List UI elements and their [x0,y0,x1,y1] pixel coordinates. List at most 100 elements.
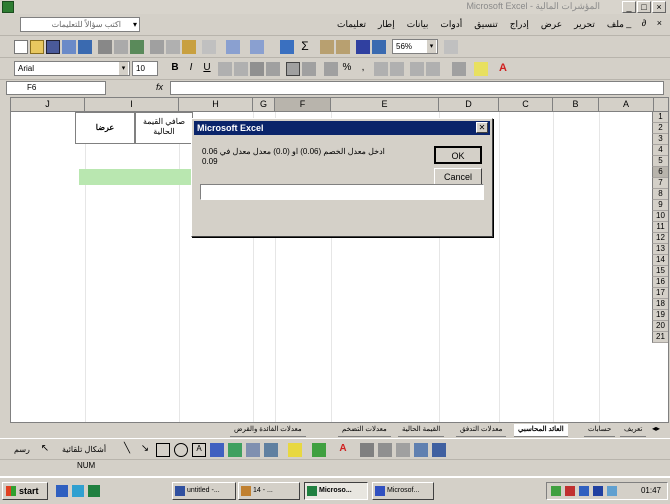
column-header-b[interactable]: B [553,98,599,112]
drawing-icon[interactable] [372,40,386,54]
row-header-6[interactable]: 6 [652,167,668,178]
row-header-3[interactable]: 3 [652,134,668,145]
rectangle-icon[interactable] [156,443,170,457]
align-center-icon[interactable] [234,62,248,76]
column-header-j[interactable]: J [11,98,85,112]
wordart-icon[interactable] [210,443,224,457]
copy-icon[interactable] [166,40,180,54]
save-icon[interactable] [46,40,60,54]
diagram-icon[interactable] [228,443,242,457]
increase-indent-icon[interactable] [426,62,440,76]
italic-icon[interactable]: I [184,62,198,76]
row-header-18[interactable]: 18 [652,299,668,310]
taskbar-button[interactable]: 14 - ... [238,482,300,500]
column-header-g[interactable]: G [253,98,275,112]
start-button[interactable]: start [2,482,48,500]
sort-descending-icon[interactable] [336,40,350,54]
menu-edit[interactable]: تحرير [574,19,595,30]
tray-icon[interactable] [551,486,561,496]
dialog-close-button[interactable]: ✕ [476,122,488,133]
quicklaunch-desktop-icon[interactable] [72,485,84,497]
menu-view[interactable]: عرض [541,19,562,30]
ok-button[interactable]: OK [434,146,482,164]
document-window-controls[interactable]: _ ∂ × [626,18,666,28]
menu-help[interactable]: تعليمات [337,19,366,30]
ltr-icon[interactable] [302,62,316,76]
row-header-13[interactable]: 13 [652,244,668,255]
zoom-select[interactable]: 56% ▾ [392,39,438,54]
font-size-select[interactable]: 10 [132,61,158,76]
row-header-17[interactable]: 17 [652,288,668,299]
minimize-button[interactable]: _ [622,1,636,13]
autoshapes-menu[interactable]: أشكال تلقائية [62,445,106,454]
merge-center-icon[interactable] [266,62,280,76]
taskbar-button[interactable]: Microsof... [372,482,434,500]
help-question-box[interactable]: اكتب سؤالاً للتعليمات ▾ [20,17,140,32]
redo-icon[interactable] [250,40,264,54]
shadow-icon[interactable] [414,443,428,457]
arrow-style-icon[interactable] [396,443,410,457]
quicklaunch-media-icon[interactable] [88,485,100,497]
green-highlight-cell[interactable]: ة [79,169,203,185]
row-header-1[interactable]: 1 [652,112,668,123]
align-left-icon[interactable] [218,62,232,76]
font-color-icon[interactable]: A [496,62,510,76]
sheet-tab[interactable]: تعريف [620,424,647,437]
new-icon[interactable] [14,40,28,54]
maximize-button[interactable]: □ [637,1,651,13]
comma-style-icon[interactable]: , [356,62,370,76]
row-header-2[interactable]: 2 [652,123,668,134]
paste-icon[interactable] [182,40,196,54]
fx-label[interactable]: fx [156,82,163,92]
tray-icon[interactable] [607,486,617,496]
row-header-7[interactable]: 7 [652,178,668,189]
column-header-e[interactable]: E [331,98,439,112]
name-box[interactable]: F6 [6,81,106,95]
sheet-tab[interactable]: حسابات [584,424,616,437]
tray-icon[interactable] [593,486,603,496]
format-painter-icon[interactable] [202,40,216,54]
chart-wizard-icon[interactable] [356,40,370,54]
textbox-icon[interactable]: A [192,443,206,457]
oval-icon[interactable] [174,443,188,457]
increase-decimal-icon[interactable] [374,62,388,76]
row-header-14[interactable]: 14 [652,255,668,266]
permission-icon[interactable] [62,40,76,54]
undo-icon[interactable] [226,40,240,54]
tab-scroll-arrows-icon[interactable]: ◂▸ [652,424,660,433]
row-header-19[interactable]: 19 [652,310,668,321]
row-header-4[interactable]: 4 [652,145,668,156]
bold-icon[interactable]: B [168,62,182,76]
font-name-select[interactable]: Arial ▾ [14,61,130,76]
row-header-16[interactable]: 16 [652,277,668,288]
row-header-15[interactable]: 15 [652,266,668,277]
line-icon[interactable]: ╲ [120,443,134,457]
taskbar-button-active[interactable]: Microso... [304,482,368,500]
tray-icon[interactable] [565,486,575,496]
row-header-12[interactable]: 12 [652,233,668,244]
header-cell-npv[interactable]: صافي القيمة الحالية [135,112,193,144]
sheet-tab[interactable]: معدلات التضخم [338,424,391,437]
align-right-icon[interactable] [250,62,264,76]
borders-icon[interactable] [452,62,466,76]
tray-icon[interactable] [579,486,589,496]
row-header-9[interactable]: 9 [652,200,668,211]
taskbar-button[interactable]: untitled -... [172,482,236,500]
row-header-21[interactable]: 21 [652,332,668,343]
cut-icon[interactable] [150,40,164,54]
formula-input[interactable] [170,81,664,95]
print-icon[interactable] [98,40,112,54]
column-header-d[interactable]: D [439,98,499,112]
select-all-corner[interactable] [654,98,668,112]
close-button[interactable]: × [652,1,666,13]
3d-icon[interactable] [432,443,446,457]
header-cell-profit[interactable]: عرضا [75,112,135,144]
sheet-tab[interactable]: معدلات التدفق [456,424,507,437]
autosum-icon[interactable]: Σ [298,40,312,54]
select-objects-icon[interactable]: ↖ [38,443,52,457]
menu-insert[interactable]: إدراج [510,19,529,30]
column-header-f[interactable]: F [275,98,331,112]
column-header-c[interactable]: C [499,98,553,112]
fill-color-draw-icon[interactable] [288,443,302,457]
open-icon[interactable] [30,40,44,54]
